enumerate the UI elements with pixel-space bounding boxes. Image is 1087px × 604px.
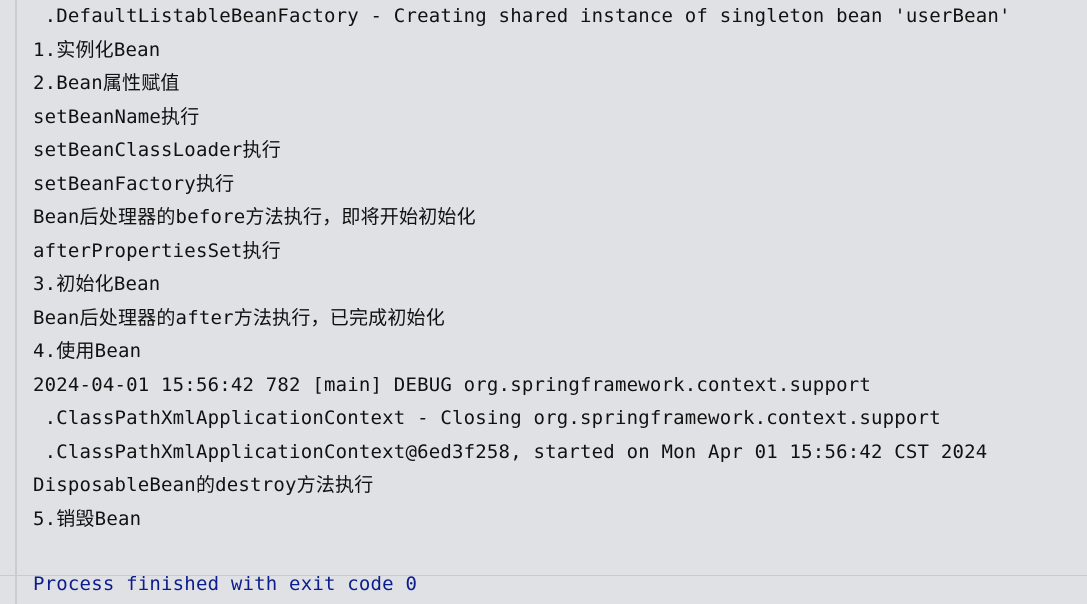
- log-line: 3.初始化Bean: [33, 273, 161, 295]
- console-gutter: [0, 0, 15, 604]
- log-line: setBeanFactory执行: [33, 172, 235, 195]
- log-line: 4.使用Bean: [33, 340, 142, 362]
- console-log-lines: .DefaultListableBeanFactory - Creating s…: [33, 0, 1087, 536]
- process-exit-message: Process finished with exit code 0: [33, 573, 418, 595]
- log-line: Bean后处理器的after方法执行，已完成初始化: [33, 306, 445, 329]
- log-line: 2.Bean属性赋值: [33, 72, 180, 94]
- log-line: 5.销毁Bean: [33, 507, 142, 530]
- log-line: DisposableBean的destroy方法执行: [33, 474, 374, 496]
- log-line: setBeanClassLoader执行: [33, 139, 281, 161]
- log-line: setBeanName执行: [33, 105, 200, 128]
- log-line: .ClassPathXmlApplicationContext - Closin…: [33, 407, 941, 429]
- log-line: 1.实例化Bean: [33, 38, 161, 61]
- log-line: 2024-04-01 15:56:42 782 [main] DEBUG org…: [33, 373, 872, 396]
- console-output-panel[interactable]: .DefaultListableBeanFactory - Creating s…: [0, 0, 1087, 604]
- log-line: Bean后处理器的before方法执行，即将开始初始化: [33, 206, 476, 228]
- log-line: afterPropertiesSet执行: [33, 239, 281, 262]
- gutter-divider: [15, 0, 17, 604]
- log-line: .ClassPathXmlApplicationContext@6ed3f258…: [33, 440, 988, 463]
- log-line: .DefaultListableBeanFactory - Creating s…: [33, 5, 1011, 27]
